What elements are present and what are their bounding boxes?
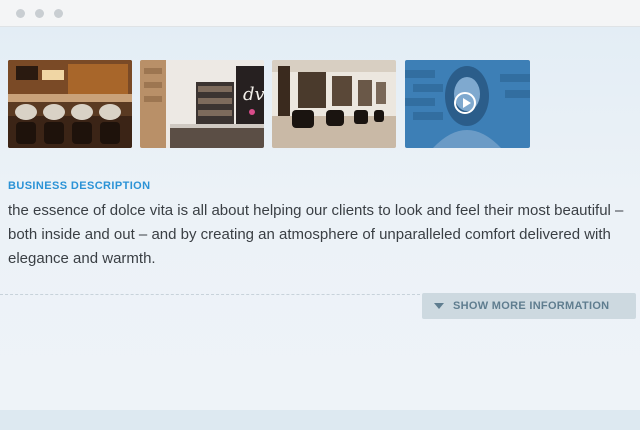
photo-image: [8, 60, 132, 148]
show-more-label: SHOW MORE INFORMATION: [453, 300, 610, 312]
gallery-photo-wash-stations[interactable]: [8, 60, 132, 148]
photo-image: [272, 60, 396, 148]
photo-gallery: dv: [8, 60, 538, 148]
window-maximize-dot[interactable]: [54, 9, 63, 18]
gallery-video[interactable]: [405, 60, 530, 148]
window-minimize-dot[interactable]: [35, 9, 44, 18]
dashed-divider: [0, 294, 420, 295]
business-description: the essence of dolce vita is all about h…: [8, 202, 624, 267]
play-icon[interactable]: [454, 92, 476, 114]
business-panel: dv BUSINESS DESCRIPTION the essence of d…: [0, 27, 640, 410]
svg-text:dv: dv: [243, 84, 264, 105]
photo-image: dv: [140, 60, 264, 148]
caret-down-icon: [434, 303, 444, 309]
footer-band: [0, 410, 640, 430]
gallery-photo-styling-chairs[interactable]: [272, 60, 396, 148]
show-more-button[interactable]: SHOW MORE INFORMATION: [422, 293, 636, 319]
window-titlebar: [0, 0, 640, 27]
section-heading: BUSINESS DESCRIPTION: [8, 180, 151, 192]
window-close-dot[interactable]: [16, 9, 25, 18]
gallery-photo-reception[interactable]: dv: [140, 60, 264, 148]
